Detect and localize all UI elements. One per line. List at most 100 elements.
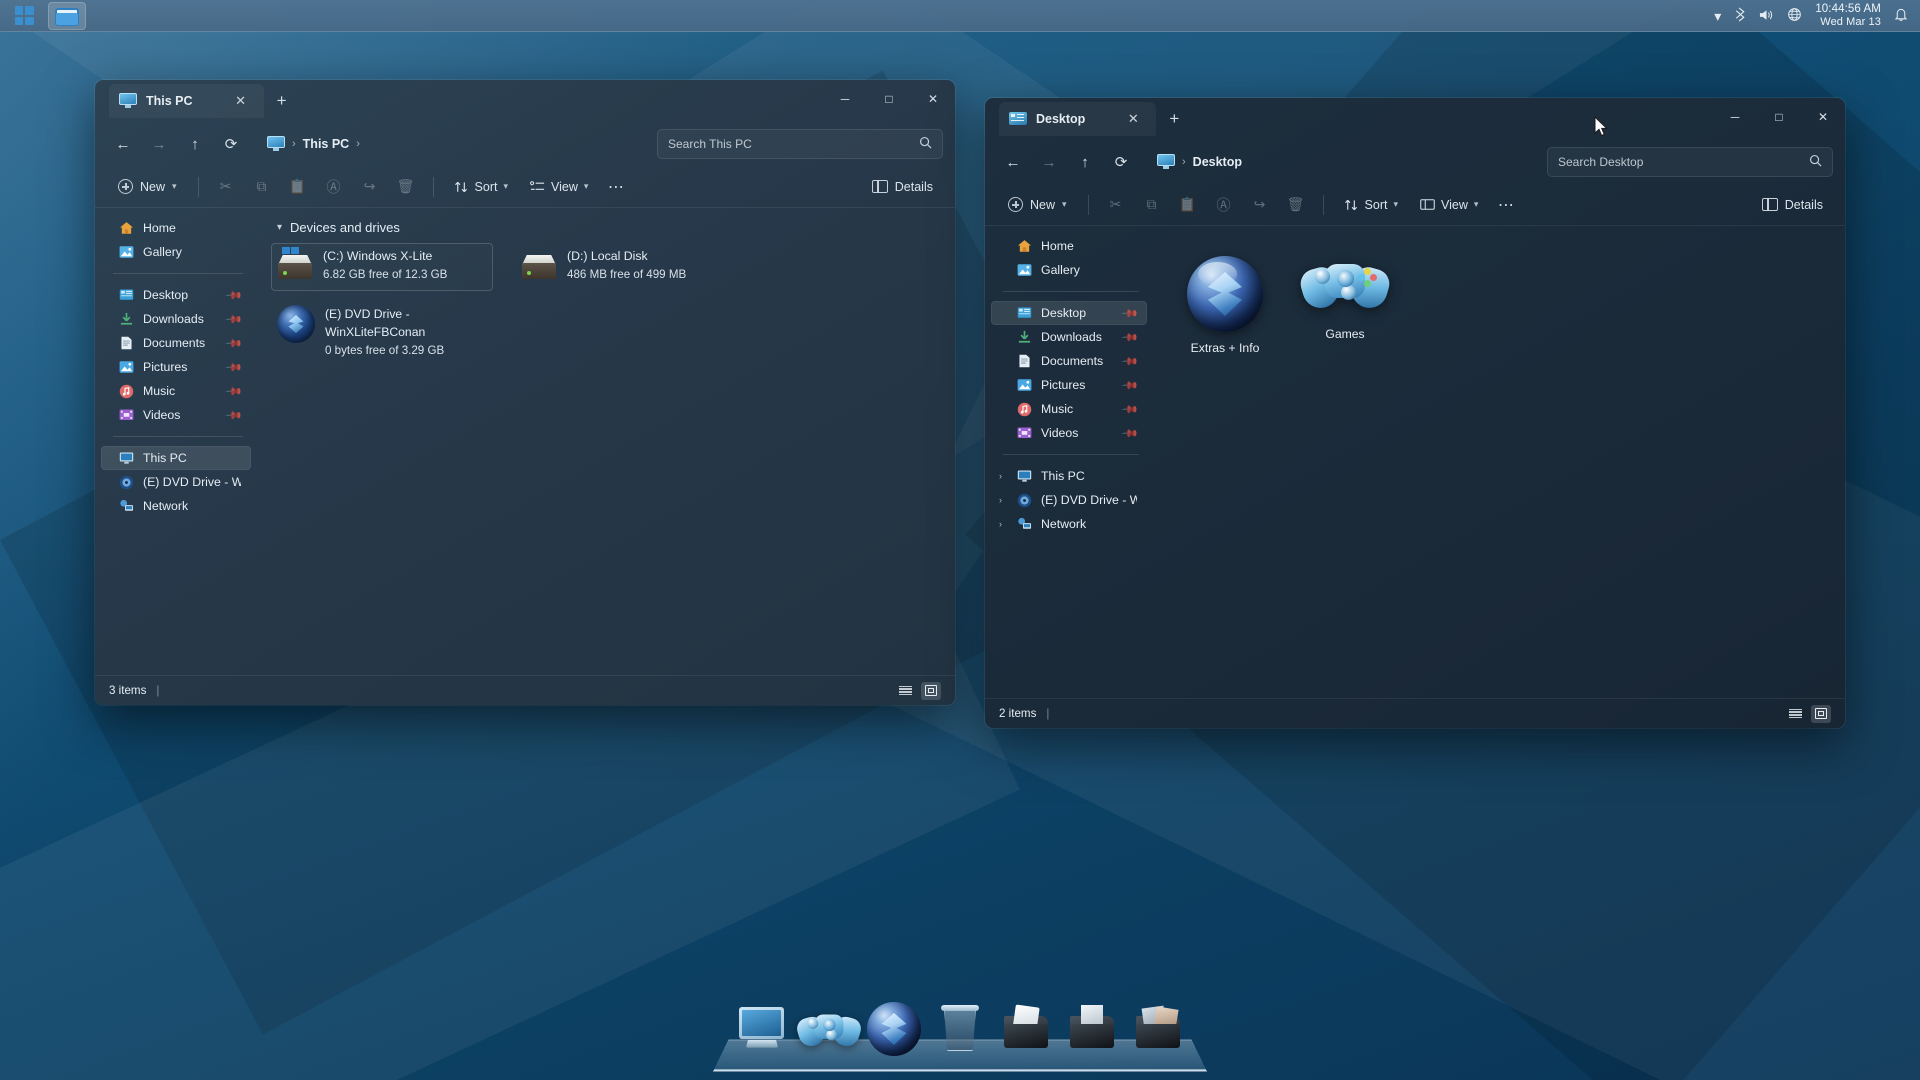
notification-bell-icon[interactable]: [1894, 7, 1908, 24]
cut-button[interactable]: ✂: [1099, 190, 1133, 220]
new-button[interactable]: New ▾: [107, 172, 188, 202]
minimize-button[interactable]: ─: [823, 80, 867, 118]
large-icons-view-toggle[interactable]: [921, 681, 941, 700]
close-button[interactable]: ✕: [911, 80, 955, 118]
volume-icon[interactable]: [1759, 8, 1774, 24]
share-button[interactable]: ↪: [1243, 190, 1277, 220]
explorer-window-this-pc[interactable]: This PC ✕ + ─ □ ✕ ← → ↑ ⟳ › This PC › Se…: [95, 80, 955, 705]
sidebar-item-documents[interactable]: Documents 📌: [991, 349, 1147, 373]
tray-chevron-up-icon[interactable]: ▾: [1714, 9, 1721, 23]
sidebar-item-this-pc[interactable]: This PC: [101, 446, 251, 470]
maximize-button[interactable]: □: [867, 80, 911, 118]
back-button[interactable]: ←: [997, 147, 1029, 177]
large-icons-view-toggle[interactable]: [1811, 704, 1831, 723]
tab-desktop[interactable]: Desktop ✕: [999, 102, 1157, 136]
breadcrumb[interactable]: › Desktop: [1149, 147, 1250, 177]
expander-chevron-icon[interactable]: ›: [999, 495, 1002, 505]
more-options-button[interactable]: ⋯: [1490, 190, 1522, 220]
new-button[interactable]: New ▾: [997, 190, 1078, 220]
dock-music-folder-icon[interactable]: [1065, 1002, 1119, 1056]
drive-item-d[interactable]: (D:) Local Disk 486 MB free of 499 MB: [515, 243, 737, 291]
details-view-toggle[interactable]: [895, 682, 915, 700]
sidebar-item-desktop[interactable]: Desktop 📌: [991, 301, 1147, 325]
maximize-button[interactable]: □: [1757, 98, 1801, 136]
sidebar-item-dvd-drive[interactable]: (E) DVD Drive - WinXl: [101, 470, 251, 494]
drive-item-dvd[interactable]: (E) DVD Drive - WinXLiteFBConan 0 bytes …: [271, 301, 493, 357]
clock[interactable]: 10:44:56 AM Wed Mar 13: [1815, 3, 1881, 29]
view-button[interactable]: View ▾: [1410, 190, 1488, 220]
sidebar-item-videos[interactable]: Videos 📌: [101, 403, 251, 427]
tab-close-button[interactable]: ✕: [1120, 107, 1146, 131]
paste-button[interactable]: 📋: [1171, 190, 1205, 220]
breadcrumb-label[interactable]: This PC: [303, 137, 350, 151]
sidebar-item-dvd-drive[interactable]: › (E) DVD Drive - WinXl: [991, 488, 1147, 512]
forward-button[interactable]: →: [143, 129, 175, 159]
sidebar-item-home[interactable]: Home: [991, 234, 1147, 258]
sidebar-item-gallery[interactable]: Gallery: [101, 240, 251, 264]
sidebar-item-network[interactable]: Network: [101, 494, 251, 518]
share-button[interactable]: ↪: [353, 172, 387, 202]
sidebar-item-downloads[interactable]: Downloads 📌: [991, 325, 1147, 349]
sort-button[interactable]: Sort ▾: [1334, 190, 1408, 220]
titlebar[interactable]: Desktop ✕ + ─ □ ✕: [985, 98, 1845, 140]
search-box[interactable]: Search Desktop: [1547, 147, 1833, 177]
item-games[interactable]: Games: [1293, 250, 1397, 361]
up-button[interactable]: ↑: [1069, 147, 1101, 177]
dock-documents-folder-icon[interactable]: [999, 1002, 1053, 1056]
breadcrumb[interactable]: › This PC ›: [259, 129, 368, 159]
cut-button[interactable]: ✂: [209, 172, 243, 202]
forward-button[interactable]: →: [1033, 147, 1065, 177]
network-globe-icon[interactable]: [1787, 7, 1802, 24]
sidebar-item-home[interactable]: Home: [101, 216, 251, 240]
sidebar-item-pictures[interactable]: Pictures 📌: [101, 355, 251, 379]
group-header-devices-and-drives[interactable]: ▾ Devices and drives: [277, 220, 941, 235]
start-button[interactable]: [5, 2, 43, 30]
dock-games-gamepad-icon[interactable]: [794, 1002, 864, 1056]
delete-button[interactable]: 🗑: [389, 172, 423, 202]
dock-recycle-bin-icon[interactable]: [933, 1002, 987, 1056]
copy-button[interactable]: ⧉: [245, 172, 279, 202]
details-pane-button[interactable]: Details: [862, 172, 943, 202]
bluetooth-icon[interactable]: [1734, 7, 1746, 24]
tab-this-pc[interactable]: This PC ✕: [109, 84, 264, 118]
search-box[interactable]: Search This PC: [657, 129, 943, 159]
sidebar-item-this-pc[interactable]: › This PC: [991, 464, 1147, 488]
new-tab-button[interactable]: +: [1160, 106, 1188, 132]
breadcrumb-label[interactable]: Desktop: [1193, 155, 1242, 169]
minimize-button[interactable]: ─: [1713, 98, 1757, 136]
dock-pictures-folder-icon[interactable]: [1131, 1002, 1185, 1056]
sidebar-item-videos[interactable]: Videos 📌: [991, 421, 1147, 445]
dock-computer-icon[interactable]: [735, 1002, 789, 1056]
up-button[interactable]: ↑: [179, 129, 211, 159]
refresh-button[interactable]: ⟳: [1105, 147, 1137, 177]
titlebar[interactable]: This PC ✕ + ─ □ ✕: [95, 80, 955, 122]
expander-chevron-icon[interactable]: ›: [999, 471, 1002, 481]
copy-button[interactable]: ⧉: [1135, 190, 1169, 220]
file-list-pane[interactable]: Extras + Info Games: [1153, 226, 1845, 698]
sidebar-item-network[interactable]: › Network: [991, 512, 1147, 536]
new-tab-button[interactable]: +: [268, 88, 296, 114]
search-input[interactable]: Search This PC: [668, 137, 911, 151]
delete-button[interactable]: 🗑: [1279, 190, 1313, 220]
explorer-window-desktop[interactable]: Desktop ✕ + ─ □ ✕ ← → ↑ ⟳ › Desktop Sear…: [985, 98, 1845, 728]
dock-blue-orb-icon[interactable]: [867, 1002, 921, 1056]
sidebar-item-gallery[interactable]: Gallery: [991, 258, 1147, 282]
paste-button[interactable]: 📋: [281, 172, 315, 202]
close-button[interactable]: ✕: [1801, 98, 1845, 136]
sidebar-item-pictures[interactable]: Pictures 📌: [991, 373, 1147, 397]
item-extras-info[interactable]: Extras + Info: [1173, 250, 1277, 361]
rename-button[interactable]: Ⓐ: [1207, 190, 1241, 220]
more-options-button[interactable]: ⋯: [600, 172, 632, 202]
tab-close-button[interactable]: ✕: [228, 89, 254, 113]
sidebar-item-music[interactable]: Music 📌: [101, 379, 251, 403]
sidebar-item-desktop[interactable]: Desktop 📌: [101, 283, 251, 307]
details-view-toggle[interactable]: [1785, 705, 1805, 723]
details-pane-button[interactable]: Details: [1752, 190, 1833, 220]
taskbar-file-explorer-button[interactable]: [48, 1, 86, 30]
expander-chevron-icon[interactable]: ›: [999, 519, 1002, 529]
refresh-button[interactable]: ⟳: [215, 129, 247, 159]
sidebar-item-downloads[interactable]: Downloads 📌: [101, 307, 251, 331]
sort-button[interactable]: Sort ▾: [444, 172, 518, 202]
file-list-pane[interactable]: ▾ Devices and drives (C:) Windows X-Lite…: [257, 208, 955, 675]
view-button[interactable]: View ▾: [520, 172, 598, 202]
